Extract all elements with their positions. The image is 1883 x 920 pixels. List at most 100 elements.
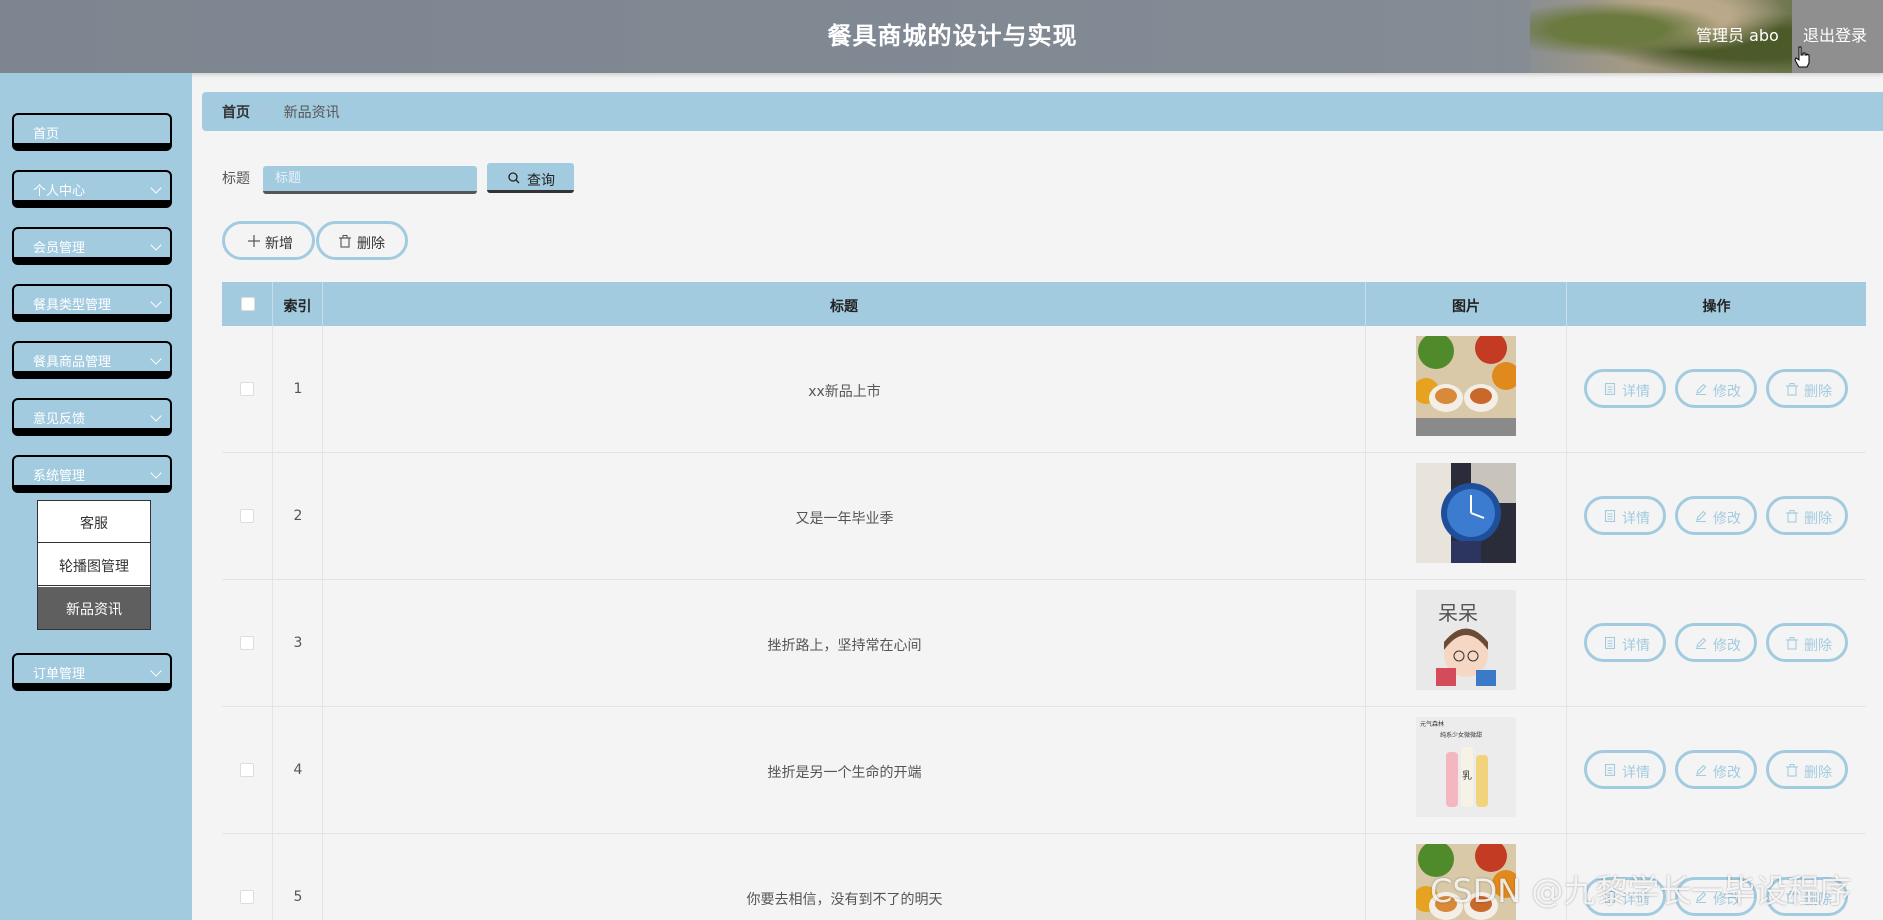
submenu-item-carousel-management[interactable]: 轮播图管理 <box>38 544 150 586</box>
svg-text:呆呆: 呆呆 <box>1438 601 1478 625</box>
logout-button[interactable]: 退出登录 <box>1803 22 1867 46</box>
app-title: 餐具商城的设计与实现 <box>827 22 1078 50</box>
sidebar-item-label: 个人中心 <box>33 184 86 199</box>
breadcrumb: 首页 / 新品资讯 <box>202 92 1883 131</box>
index-cell <box>273 834 323 920</box>
select-cell <box>222 834 273 920</box>
watermark: CSDN @九黎学长一毕设程序 <box>1430 872 1852 910</box>
header-actions: 操作 <box>1702 299 1731 315</box>
delete-button[interactable]: 删除 <box>1766 369 1848 408</box>
chevron-down-icon <box>150 467 162 479</box>
delete-button-label: 删除 <box>1804 638 1832 654</box>
breadcrumb-current: 新品资讯 <box>283 105 340 121</box>
row-title: 挫折路上，坚持常在心间 <box>767 638 922 654</box>
detail-button-label: 详情 <box>1622 765 1650 781</box>
row-index: 3 <box>293 635 303 651</box>
sidebar-item-tableware-type-management[interactable]: 餐具类型管理 <box>12 284 172 322</box>
system-management-submenu: 客服 轮播图管理 新品资讯 <box>37 500 151 630</box>
svg-text:乳: 乳 <box>1462 769 1472 782</box>
chevron-down-icon <box>150 410 162 422</box>
hand-cursor-icon <box>1794 46 1810 68</box>
sidebar-item-home[interactable]: 首页 <box>12 113 172 151</box>
trash-icon <box>1786 383 1798 396</box>
header-image: 图片 <box>1366 282 1567 326</box>
table-row: 1 xx新品上市 详情 修改 删除 <box>222 326 1866 453</box>
edit-button-label: 修改 <box>1713 511 1741 527</box>
edit-button[interactable]: 修改 <box>1675 623 1757 662</box>
sidebar-item-personal-center[interactable]: 个人中心 <box>12 170 172 208</box>
document-icon <box>1604 383 1616 395</box>
row-title: 又是一年毕业季 <box>795 511 894 527</box>
detail-button[interactable]: 详情 <box>1584 496 1666 535</box>
breadcrumb-separator: / <box>264 105 270 121</box>
detail-button[interactable]: 详情 <box>1584 623 1666 662</box>
row-thumbnail-watch <box>1416 463 1516 563</box>
search-title-input[interactable] <box>263 166 477 194</box>
pencil-icon <box>1696 383 1707 395</box>
pencil-icon <box>1696 637 1707 649</box>
row-checkbox[interactable] <box>240 636 254 650</box>
sidebar-item-feedback[interactable]: 意见反馈 <box>12 398 172 436</box>
search-button-label: 查询 <box>527 173 555 189</box>
sidebar: 首页 个人中心 会员管理 餐具类型管理 餐具商品管理 意见反馈 系统管理 订单管… <box>0 73 192 920</box>
delete-button[interactable]: 删除 <box>1766 623 1848 662</box>
add-button[interactable]: 新增 <box>222 221 315 260</box>
chevron-down-icon <box>150 665 162 677</box>
row-checkbox[interactable] <box>240 382 254 396</box>
sidebar-item-label: 餐具商品管理 <box>33 355 112 370</box>
header-select-cell <box>222 282 273 326</box>
document-icon <box>1604 764 1616 776</box>
edit-button-label: 修改 <box>1713 765 1741 781</box>
sidebar-item-member-management[interactable]: 会员管理 <box>12 227 172 265</box>
search-icon <box>508 172 520 184</box>
sidebar-item-label: 意见反馈 <box>33 412 86 427</box>
edit-button[interactable]: 修改 <box>1675 750 1757 789</box>
submenu-item-customer-service[interactable]: 客服 <box>38 501 150 543</box>
sidebar-item-label: 餐具类型管理 <box>33 298 112 313</box>
row-title: xx新品上市 <box>808 384 881 400</box>
row-checkbox[interactable] <box>240 509 254 523</box>
news-table: 索引 标题 图片 操作 1 xx新品上市 详情 修改 删除 2 又是一年毕业季 … <box>222 282 1866 920</box>
sidebar-item-tableware-product-management[interactable]: 餐具商品管理 <box>12 341 172 379</box>
search-button[interactable]: 查询 <box>487 163 574 193</box>
table-row: 2 又是一年毕业季 详情 修改 删除 <box>222 453 1866 580</box>
row-thumbnail-food-bowls <box>1416 336 1516 436</box>
document-icon <box>1604 637 1616 649</box>
row-thumbnail-drink-bottles: 元气森林 纯系少女微微甜乳 <box>1416 717 1516 817</box>
row-index: 2 <box>293 508 303 524</box>
detail-button[interactable]: 详情 <box>1584 369 1666 408</box>
header-title: 标题 <box>323 282 1366 326</box>
detail-button-label: 详情 <box>1622 384 1650 400</box>
table-header: 索引 标题 图片 操作 <box>222 282 1866 326</box>
delete-button[interactable]: 删除 <box>1766 750 1848 789</box>
row-checkbox[interactable] <box>240 890 254 904</box>
chevron-down-icon <box>150 296 162 308</box>
row-title: 挫折是另一个生命的开端 <box>767 765 922 781</box>
sidebar-item-label: 订单管理 <box>33 667 86 682</box>
edit-button[interactable]: 修改 <box>1675 496 1757 535</box>
sidebar-item-order-management[interactable]: 订单管理 <box>12 653 172 691</box>
batch-delete-button[interactable]: 删除 <box>316 221 408 260</box>
submenu-item-new-product-news[interactable]: 新品资讯 <box>38 587 150 629</box>
detail-button-label: 详情 <box>1622 511 1650 527</box>
sidebar-item-label: 首页 <box>33 127 60 142</box>
detail-button-label: 详情 <box>1622 638 1650 654</box>
edit-button[interactable]: 修改 <box>1675 369 1757 408</box>
row-thumbnail-cartoon-girl: 呆呆 <box>1416 590 1516 690</box>
breadcrumb-home[interactable]: 首页 <box>222 105 250 121</box>
trash-icon <box>1786 764 1798 777</box>
trash-icon <box>1786 637 1798 650</box>
chevron-down-icon <box>150 353 162 365</box>
row-index: 4 <box>293 762 303 778</box>
delete-button[interactable]: 删除 <box>1766 496 1848 535</box>
document-icon <box>1604 510 1616 522</box>
delete-button-label: 删除 <box>1804 511 1832 527</box>
sidebar-item-label: 系统管理 <box>33 469 86 484</box>
row-index: 5 <box>293 889 303 905</box>
table-row: 3 挫折路上，坚持常在心间 呆呆 详情 修改 删除 <box>222 580 1866 707</box>
select-all-checkbox[interactable] <box>241 297 255 311</box>
chevron-down-icon <box>150 182 162 194</box>
sidebar-item-system-management[interactable]: 系统管理 <box>12 455 172 493</box>
row-checkbox[interactable] <box>240 763 254 777</box>
detail-button[interactable]: 详情 <box>1584 750 1666 789</box>
